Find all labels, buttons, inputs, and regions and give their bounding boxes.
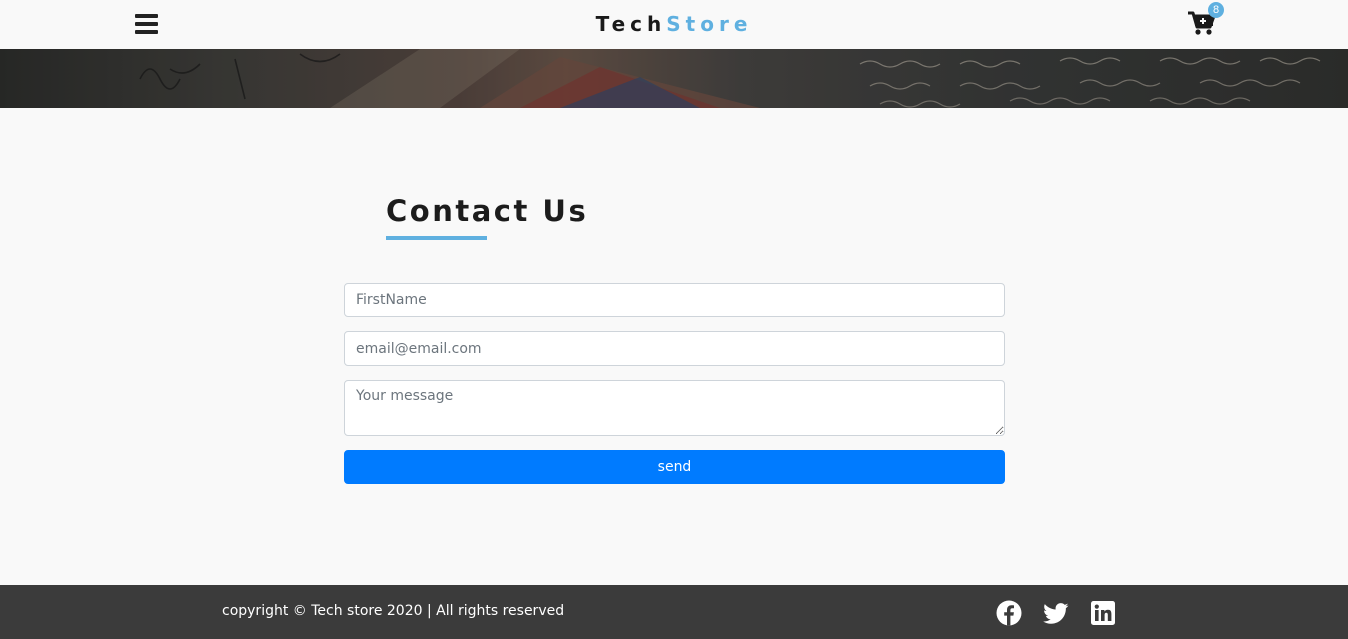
message-textarea[interactable]: [344, 380, 1005, 436]
linkedin-icon[interactable]: [1090, 600, 1116, 626]
footer: copyright © Tech store 2020 | All rights…: [0, 585, 1348, 639]
send-button[interactable]: send: [344, 450, 1005, 484]
contact-heading: Contact Us: [386, 194, 589, 228]
first-name-input[interactable]: [344, 283, 1005, 317]
cart-count-badge: 8: [1208, 2, 1224, 18]
brand-tech: Tech: [595, 12, 667, 36]
copyright-text: copyright © Tech store 2020 | All rights…: [222, 603, 565, 619]
brand-store: Store: [666, 12, 753, 36]
facebook-icon[interactable]: [996, 600, 1022, 626]
brand-logo[interactable]: TechStore: [0, 11, 1348, 37]
email-input[interactable]: [344, 331, 1005, 366]
banner-background-image: [0, 49, 1348, 108]
heading-underline: [386, 236, 487, 240]
navbar: TechStore 8: [0, 0, 1348, 49]
twitter-icon[interactable]: [1043, 600, 1069, 626]
hero-banner: [0, 49, 1348, 108]
